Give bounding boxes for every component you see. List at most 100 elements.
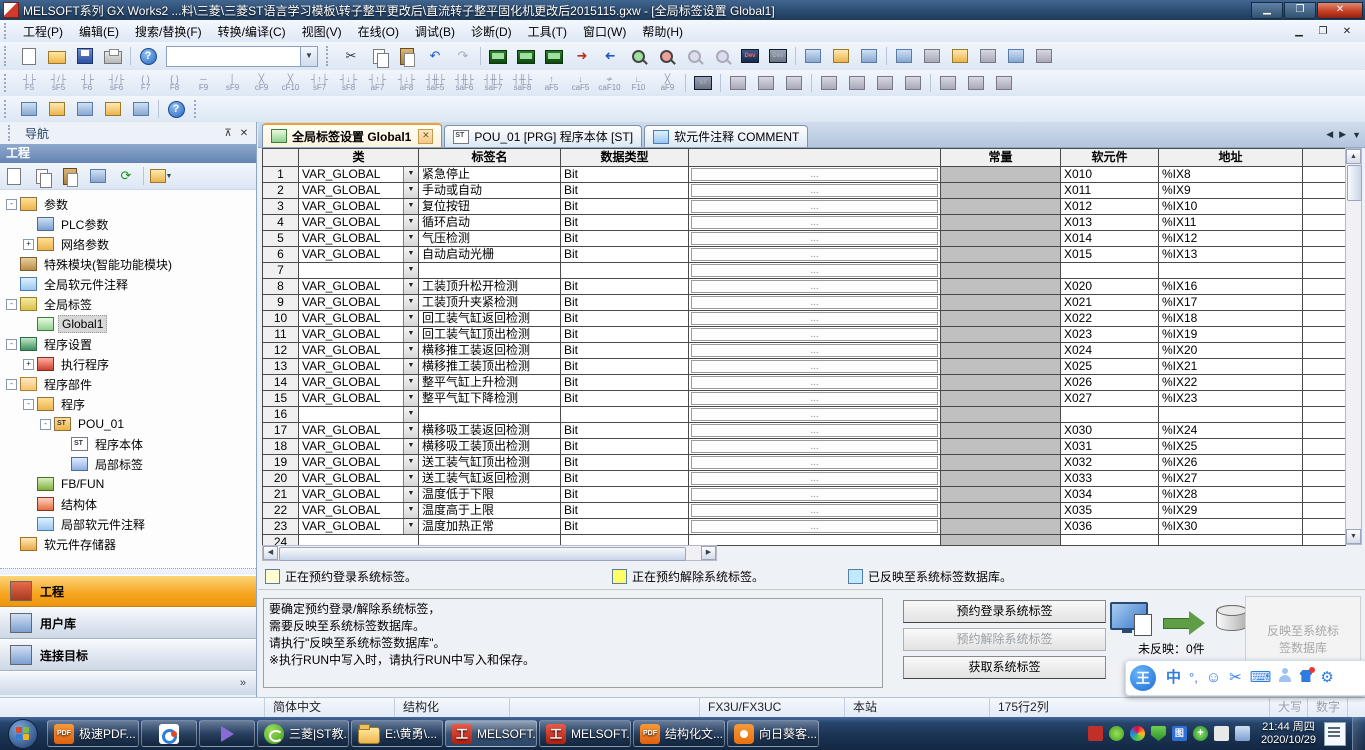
data-type-browse-cell[interactable]: ... [689,519,941,535]
label-name-cell[interactable]: 手动或自动 [419,183,561,199]
browse-button[interactable]: ... [691,424,938,437]
data-type-browse-cell[interactable]: ... [689,327,941,343]
browse-button[interactable]: ... [691,168,938,181]
sort-dropdown-button[interactable]: ▼ [148,164,174,188]
address-cell[interactable]: %IX10 [1159,199,1303,215]
browse-button[interactable]: ... [691,280,938,293]
data-type-browse-cell[interactable]: ... [689,231,941,247]
data-type-cell[interactable]: Bit [561,391,689,407]
zoom-out-button[interactable] [1031,44,1057,68]
class-cell[interactable]: VAR_GLOBAL▼ [299,231,419,247]
dropdown-arrow-icon[interactable]: ▼ [403,439,418,454]
browse-button[interactable]: ... [691,440,938,453]
class-cell[interactable]: VAR_GLOBAL▼ [299,295,419,311]
browse-button[interactable]: ... [691,232,938,245]
address-cell[interactable]: %IX26 [1159,455,1303,471]
class-cell[interactable]: VAR_GLOBAL▼ [299,487,419,503]
device-cell[interactable]: X033 [1061,471,1159,487]
menu-item-8[interactable]: 工具(T) [520,21,575,42]
device-cell[interactable]: X015 [1061,247,1159,263]
browse-button[interactable]: ... [691,376,938,389]
constant-cell[interactable] [941,519,1061,535]
address-cell[interactable]: %IX11 [1159,215,1303,231]
address-cell[interactable]: %IX24 [1159,423,1303,439]
mdi-restore-button[interactable]: ❐ [1311,23,1335,40]
row-number-cell[interactable]: 14 [263,375,299,391]
row-number-cell[interactable]: 4 [263,215,299,231]
taskbar-button-4[interactable]: E:\黄勇\... [351,720,443,747]
ladder-fkey-button-saF8[interactable]: ┤╫├saF8 [508,71,537,96]
address-cell[interactable]: %IX8 [1159,167,1303,183]
dropdown-arrow-icon[interactable]: ▼ [403,423,418,438]
browse-button[interactable]: ... [691,408,938,421]
row-number-cell[interactable]: 23 [263,519,299,535]
constant-cell[interactable] [941,423,1061,439]
constant-cell[interactable] [941,327,1061,343]
device-cell[interactable]: X021 [1061,295,1159,311]
device-display-button[interactable]: Dev [737,44,763,68]
ladder-fkey-button-sF7[interactable]: ┤↑├sF7 [305,71,334,96]
address-cell[interactable]: %IX12 [1159,231,1303,247]
row-number-cell[interactable]: 7 [263,263,299,279]
tree-item-FB/FUN[interactable]: FB/FUN [0,474,256,494]
row-number-cell[interactable]: 21 [263,487,299,503]
menu-item-0[interactable]: 工程(P) [15,21,71,42]
class-cell[interactable]: VAR_GLOBAL▼ [299,215,419,231]
device-cell[interactable]: X035 [1061,503,1159,519]
label-name-cell[interactable]: 温度低于下限 [419,487,561,503]
constant-cell[interactable] [941,279,1061,295]
zoom-in-button[interactable] [1003,44,1029,68]
label-name-cell[interactable] [419,407,561,423]
dropdown-arrow-icon[interactable]: ▼ [403,359,418,374]
data-type-browse-cell[interactable]: ... [689,487,941,503]
redo-button[interactable]: ↷ [450,44,476,68]
ladder-fkey-button-aF7[interactable]: ┤↑├aF7 [363,71,392,96]
tree-item-全局软元件注释[interactable]: 全局软元件注释 [0,274,256,294]
dropdown-arrow-icon[interactable]: ▼ [403,231,418,246]
row-number-cell[interactable]: 19 [263,455,299,471]
class-cell[interactable]: VAR_GLOBAL▼ [299,503,419,519]
ladder-fkey-button-F8[interactable]: { }F8 [160,71,189,96]
row-number-cell[interactable]: 11 [263,327,299,343]
new-data-button[interactable] [1,164,27,188]
cut-button[interactable]: ✂ [338,44,364,68]
taskbar-button-5[interactable]: 工MELSOFT... [445,720,537,747]
address-cell[interactable]: %IX17 [1159,295,1303,311]
find-disabled-button-1[interactable] [681,44,707,68]
device-cell[interactable]: X026 [1061,375,1159,391]
note-edit-button[interactable] [856,44,882,68]
dropdown-arrow-icon[interactable]: ▼ [403,247,418,262]
st-insert-button[interactable]: ST [690,71,716,95]
constant-cell[interactable] [941,199,1061,215]
ladder-fkey-button-F9[interactable]: ─F9 [189,71,218,96]
dropdown-arrow-icon[interactable]: ▼ [403,263,418,278]
address-cell[interactable]: %IX29 [1159,503,1303,519]
class-cell[interactable]: VAR_GLOBAL▼ [299,343,419,359]
constant-cell[interactable] [941,263,1061,279]
constant-cell[interactable] [941,487,1061,503]
constant-cell[interactable] [941,503,1061,519]
dropdown-arrow-icon[interactable]: ▼ [403,487,418,502]
chevron-down-icon[interactable]: ▼ [300,47,317,66]
label-name-cell[interactable]: 紧急停止 [419,167,561,183]
tab-scroll-right-icon[interactable]: ▶ [1339,129,1346,140]
constant-cell[interactable] [941,455,1061,471]
label-name-cell[interactable]: 自动启动光栅 [419,247,561,263]
mdi-minimize-button[interactable]: ▁ [1287,23,1311,40]
tree-item-特殊模块(智能功能模块)[interactable]: 特殊模块(智能功能模块) [0,254,256,274]
ladder-fkey-button-sF6[interactable]: ┤/├sF6 [102,71,131,96]
power-tray-icon[interactable] [1214,726,1229,741]
row-number-cell[interactable]: 5 [263,231,299,247]
ladder-fkey-button-aF9[interactable]: ╳aF9 [653,71,682,96]
data-type-cell[interactable]: Bit [561,487,689,503]
expand-icon[interactable]: + [23,359,34,370]
menu-item-7[interactable]: 诊断(D) [463,21,520,42]
gear-icon[interactable]: ⚙ [1320,665,1333,691]
browse-button[interactable]: ... [691,392,938,405]
browser-tray-icon[interactable] [1109,726,1124,741]
undo-button[interactable]: ↶ [422,44,448,68]
dropdown-arrow-icon[interactable]: ▼ [403,471,418,486]
constant-cell[interactable] [941,231,1061,247]
data-type-cell[interactable]: Bit [561,439,689,455]
class-cell[interactable]: VAR_GLOBAL▼ [299,183,419,199]
